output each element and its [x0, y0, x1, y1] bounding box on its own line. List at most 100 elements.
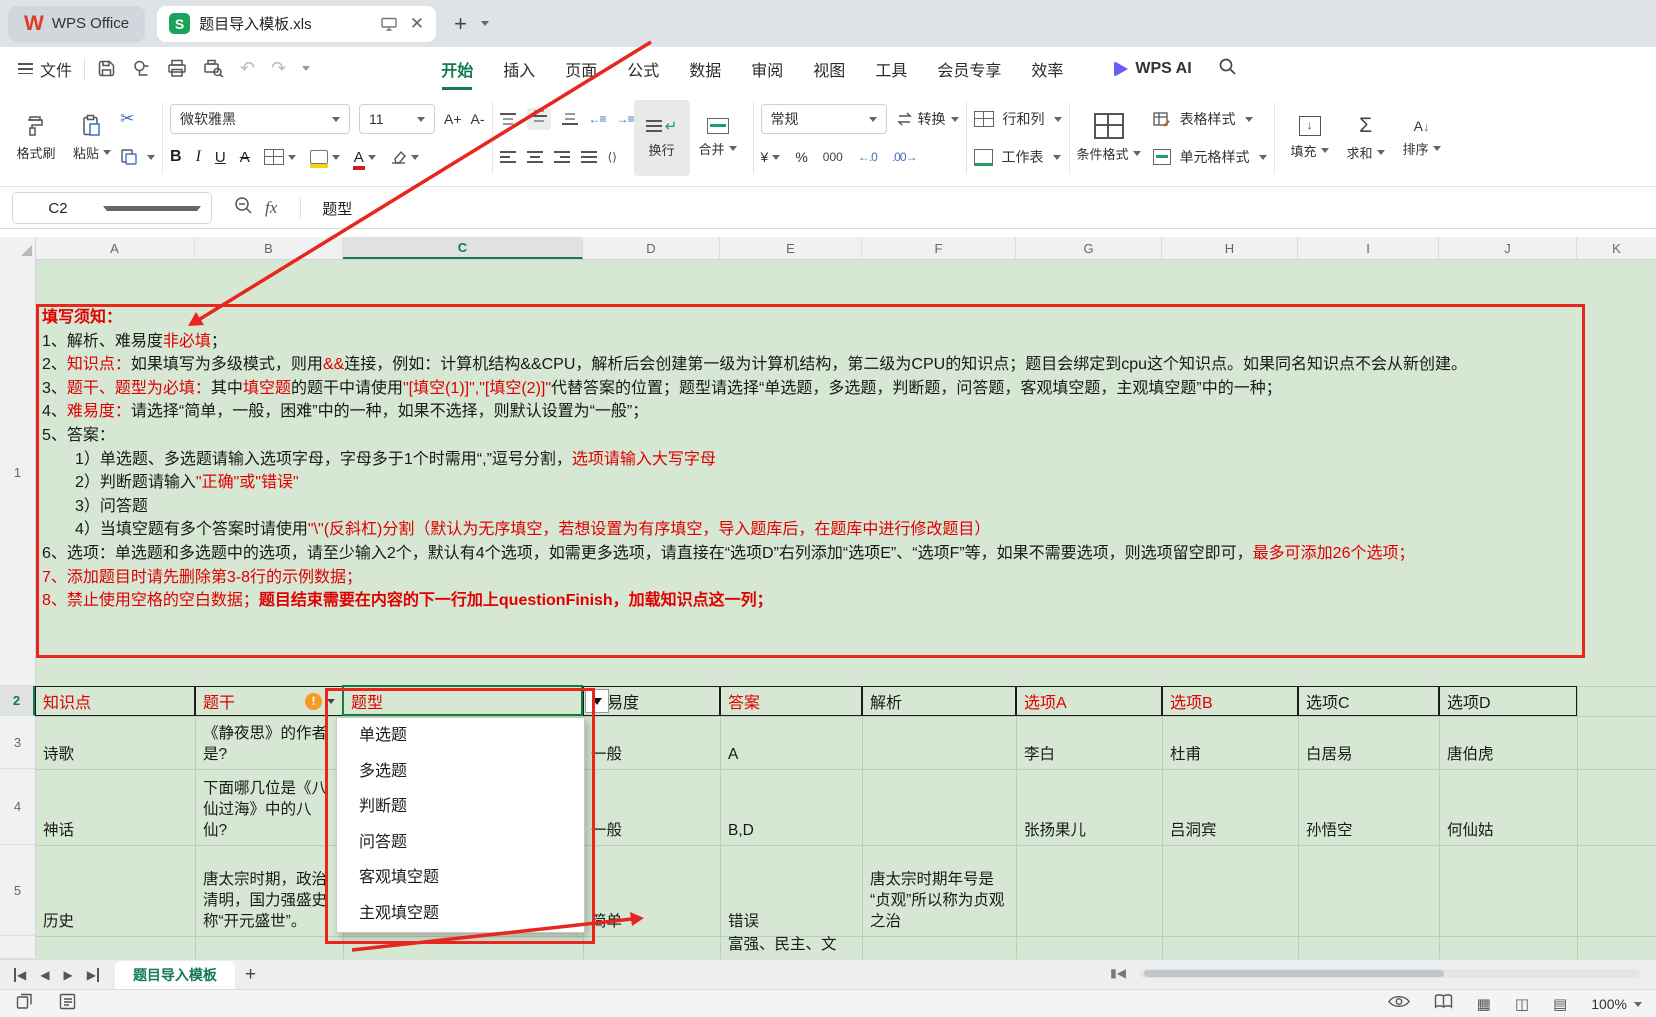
cell-B5[interactable]: 唐太宗时期，政治清明，国力强盛史称“开元盛世”。 [195, 845, 343, 936]
wps-ai-button[interactable]: WPS AI [1114, 60, 1191, 78]
row-header-4[interactable]: 4 [0, 769, 35, 845]
cell-D3[interactable]: 一般 [583, 716, 720, 769]
menu-tab-插入[interactable]: 插入 [490, 50, 548, 88]
sum-button[interactable]: Σ 求和 [1338, 100, 1394, 176]
align-top-button[interactable] [500, 113, 516, 126]
header-cell-A2[interactable]: 知识点 [35, 686, 195, 716]
cell-A3[interactable]: 诗歌 [35, 716, 195, 769]
decrease-decimal-button[interactable]: ←.0 [858, 150, 877, 164]
select-all-corner[interactable] [0, 237, 36, 259]
borders-button[interactable] [264, 149, 296, 165]
align-right-button[interactable] [554, 151, 570, 164]
export-pdf-icon[interactable] [132, 59, 151, 78]
document-tab[interactable]: S 题目导入模板.xls ✕ [157, 6, 436, 42]
monitor-icon[interactable] [381, 17, 397, 31]
cell-B4[interactable]: 下面哪几位是《八仙过海》中的八仙? [195, 769, 343, 845]
merge-cells-button[interactable]: 合并 [690, 100, 746, 176]
menu-tab-视图[interactable]: 视图 [800, 50, 858, 88]
cell-A4[interactable]: 神话 [35, 769, 195, 845]
zoom-formula-icon[interactable] [234, 196, 253, 220]
tab-list-chevron-icon[interactable] [481, 21, 489, 26]
print-preview-icon[interactable] [203, 59, 224, 78]
cell-J3[interactable]: 唐伯虎 [1439, 716, 1577, 769]
cell-D4[interactable]: 一般 [583, 769, 720, 845]
close-tab-icon[interactable]: ✕ [410, 14, 424, 34]
align-middle-button[interactable] [527, 108, 551, 130]
fx-icon[interactable]: fx [265, 198, 277, 218]
previous-sheet-icon[interactable]: ◀ [40, 968, 49, 982]
row-header-2[interactable]: 2 [0, 686, 35, 716]
header-cell-B2[interactable]: 题干! [195, 686, 343, 716]
align-center-button[interactable] [527, 151, 543, 164]
align-left-button[interactable] [500, 151, 516, 164]
convert-button[interactable]: 转换 [896, 109, 959, 129]
file-menu-button[interactable]: 文件 [18, 57, 72, 81]
paste-button[interactable]: 粘贴 [64, 100, 120, 176]
align-justify-button[interactable] [581, 151, 597, 164]
font-size-select[interactable]: 11 [359, 104, 435, 134]
increase-indent-button[interactable]: →≡ [617, 112, 634, 126]
chevron-down-icon[interactable] [327, 699, 335, 704]
dropdown-item-客观填空题[interactable]: 客观填空题 [337, 860, 584, 896]
cell-B3[interactable]: 《静夜思》的作者是? [195, 716, 343, 769]
format-painter-button[interactable]: 格式刷 [8, 100, 64, 176]
header-cell-E2[interactable]: 答案 [720, 686, 862, 716]
sheet-tab-active[interactable]: 题目导入模板 [115, 961, 235, 989]
cell-H3[interactable]: 杜甫 [1162, 716, 1298, 769]
align-bottom-button[interactable] [562, 113, 578, 126]
dropdown-item-问答题[interactable]: 问答题 [337, 825, 584, 861]
dropdown-item-主观填空题[interactable]: 主观填空题 [337, 896, 584, 932]
horizontal-scrollbar-thumb[interactable] [1144, 970, 1444, 977]
formula-input[interactable]: 题型 [322, 198, 352, 219]
name-box[interactable]: C2 [12, 192, 212, 224]
cell-E3[interactable]: A [720, 716, 862, 769]
zoom-control[interactable]: 100% [1591, 996, 1642, 1012]
menu-tab-审阅[interactable]: 审阅 [738, 50, 796, 88]
menu-tab-工具[interactable]: 工具 [862, 50, 920, 88]
header-cell-H2[interactable]: 选项B [1162, 686, 1298, 716]
cut-button[interactable]: ✂ [120, 103, 155, 135]
col-header-B[interactable]: B [195, 237, 343, 259]
col-header-G[interactable]: G [1016, 237, 1162, 259]
header-cell-J2[interactable]: 选项D [1439, 686, 1577, 716]
decrease-font-button[interactable]: A- [471, 111, 485, 127]
add-sheet-button[interactable]: + [245, 964, 256, 986]
last-sheet-icon[interactable]: ▶ [87, 968, 99, 982]
underline-button[interactable]: U [215, 149, 226, 166]
header-cell-C2[interactable]: 题型 [343, 686, 583, 716]
header-cell-G2[interactable]: 选项A [1016, 686, 1162, 716]
wrap-text-button[interactable]: ↵ 换行 [634, 100, 690, 176]
fill-color-button[interactable] [310, 150, 340, 164]
cell-D5[interactable]: 简单 [583, 845, 720, 936]
increase-font-button[interactable]: A+ [444, 111, 462, 127]
cell-G4[interactable]: 张扬果儿 [1016, 769, 1162, 845]
cell-H4[interactable]: 吕洞宾 [1162, 769, 1298, 845]
outline-panel-icon[interactable] [59, 993, 76, 1015]
col-header-H[interactable]: H [1162, 237, 1298, 259]
cell-E4[interactable]: B,D [720, 769, 862, 845]
col-header-I[interactable]: I [1298, 237, 1439, 259]
cell-G3[interactable]: 李白 [1016, 716, 1162, 769]
cell-F5[interactable]: 唐太宗时期年号是“贞观”所以称为贞观之治 [862, 845, 1016, 936]
cell-style-button[interactable]: 单元格样式 [1153, 141, 1267, 173]
cell-mode-icon[interactable] [16, 993, 33, 1015]
eye-protection-icon[interactable] [1388, 994, 1410, 1014]
first-sheet-icon[interactable]: ◀ [14, 968, 26, 982]
copy-button[interactable] [120, 141, 155, 173]
menu-tab-效率[interactable]: 效率 [1018, 50, 1076, 88]
scrollbar-split-handle[interactable]: ▮◀ [1110, 966, 1126, 980]
history-chevron-icon[interactable] [302, 66, 310, 71]
conditional-format-button[interactable]: 条件格式 [1077, 144, 1141, 163]
dropdown-item-多选题[interactable]: 多选题 [337, 754, 584, 790]
text-orientation-button[interactable]: ⟨⟩ [608, 150, 617, 164]
cell-A5[interactable]: 历史 [35, 845, 195, 936]
menu-tab-会员专享[interactable]: 会员专享 [924, 50, 1014, 88]
menu-tab-数据[interactable]: 数据 [676, 50, 734, 88]
menu-tab-开始[interactable]: 开始 [428, 50, 486, 88]
new-tab-button[interactable]: + [454, 11, 467, 37]
thousands-format-button[interactable]: 000 [823, 150, 843, 164]
row-header-3[interactable]: 3 [0, 716, 35, 769]
reading-mode-icon[interactable] [1434, 994, 1453, 1014]
worksheet-button[interactable]: 工作表 [974, 141, 1062, 173]
rows-columns-button[interactable]: 行和列 [974, 103, 1062, 135]
